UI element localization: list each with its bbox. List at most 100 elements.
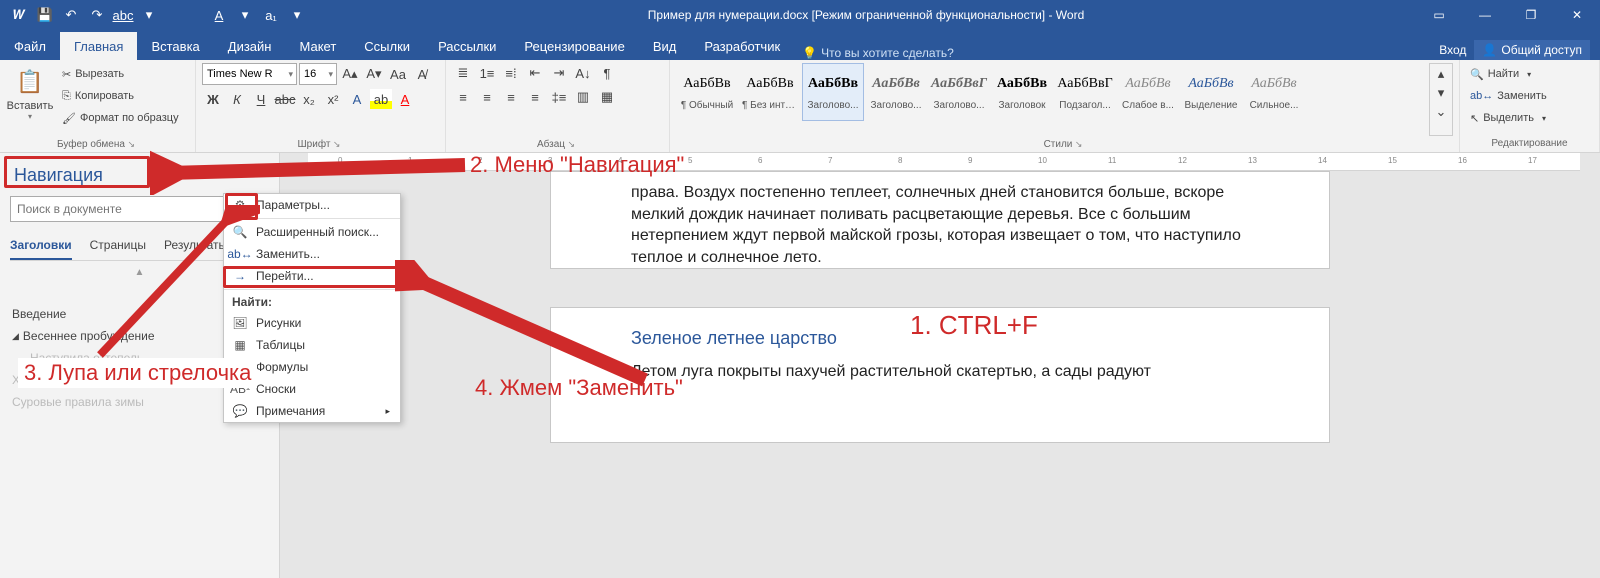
menu-find-pics[interactable]: 🖼Рисунки <box>224 312 400 334</box>
redo-icon[interactable]: ↷ <box>86 4 108 26</box>
shading-icon[interactable]: ▥ <box>572 87 594 107</box>
nav-tab-pages[interactable]: Страницы <box>90 234 146 260</box>
restore-icon[interactable]: ❐ <box>1508 0 1554 30</box>
signin-link[interactable]: Вход <box>1439 43 1466 57</box>
format-painter-button[interactable]: 🖌Формат по образцу <box>58 107 183 129</box>
menu-replace[interactable]: ab↔Заменить... <box>224 243 400 265</box>
ribbon-opts-icon[interactable]: ▭ <box>1416 0 1462 30</box>
indent-inc-icon[interactable]: ⇥ <box>548 63 570 83</box>
save-icon[interactable]: 💾 <box>34 4 56 26</box>
borders-icon[interactable]: ▦ <box>596 87 618 107</box>
line-spacing-icon[interactable]: ‡≡ <box>548 87 570 107</box>
justify-icon[interactable]: ≡ <box>524 87 546 107</box>
change-case-icon[interactable]: Aa <box>387 64 409 84</box>
style-item[interactable]: АаБбВвГПодзагол... <box>1054 63 1116 121</box>
italic-icon[interactable]: К <box>226 89 248 109</box>
style-item[interactable]: АаБбВв¶ Без инте... <box>739 63 801 121</box>
cursor-icon: ↖ <box>1470 112 1479 125</box>
bullets-icon[interactable]: ≣ <box>452 63 474 83</box>
select-button[interactable]: ↖Выделить▾ <box>1466 107 1593 129</box>
tab-home[interactable]: Главная <box>60 32 137 60</box>
styles-up-icon[interactable]: ▴ <box>1430 64 1452 83</box>
clipboard-launcher-icon[interactable]: ↘ <box>125 139 138 149</box>
tab-references[interactable]: Ссылки <box>350 32 424 60</box>
find-button[interactable]: 🔍Найти▾ <box>1466 63 1593 85</box>
font-name-select[interactable]: Times New R <box>202 63 297 85</box>
menu-find-formulas[interactable]: πФормулы <box>224 356 400 378</box>
strike-icon[interactable]: abc <box>274 89 296 109</box>
para-launcher-icon[interactable]: ↘ <box>565 139 578 149</box>
style-item[interactable]: АаБбВвГЗаголово... <box>928 63 990 121</box>
showmarks-icon[interactable]: ¶ <box>596 63 618 83</box>
multilevel-icon[interactable]: ≡⁞ <box>500 63 522 83</box>
subscript-icon[interactable]: x₂ <box>298 89 320 109</box>
tell-me[interactable]: 💡Что вы хотите сделать? <box>802 46 954 60</box>
share-button[interactable]: 👤Общий доступ <box>1474 40 1590 60</box>
tab-insert[interactable]: Вставка <box>137 32 213 60</box>
style-item[interactable]: АаБбВвЗаголово... <box>865 63 927 121</box>
font-fill-icon[interactable]: A <box>208 4 230 26</box>
menu-find-tables[interactable]: ▦Таблицы <box>224 334 400 356</box>
align-left-icon[interactable]: ≡ <box>452 87 474 107</box>
cut-button[interactable]: ✂Вырезать <box>58 63 183 85</box>
close-icon[interactable]: ✕ <box>1554 0 1600 30</box>
style-sample: АаБбВвГ <box>931 68 987 100</box>
numbering-icon[interactable]: 1≡ <box>476 63 498 83</box>
align-right-icon[interactable]: ≡ <box>500 87 522 107</box>
footnote-icon[interactable]: a₁ <box>260 4 282 26</box>
clear-format-icon[interactable]: A̸ <box>411 64 433 84</box>
menu-goto[interactable]: →Перейти... <box>224 265 400 287</box>
styles-down-icon[interactable]: ▾ <box>1430 83 1452 102</box>
nav-tab-results[interactable]: Результаты <box>164 234 227 260</box>
highlight-icon[interactable]: ab <box>370 89 392 109</box>
fontcolor-icon[interactable]: A <box>394 89 416 109</box>
style-item[interactable]: АаБбВвСлабое в... <box>1117 63 1179 121</box>
shrink-font-icon[interactable]: A▾ <box>363 64 385 84</box>
document-page[interactable]: права. Воздух постепенно теплеет, солнеч… <box>550 171 1330 443</box>
menu-advanced-find[interactable]: 🔍Расширенный поиск... <box>224 221 400 243</box>
texteffects-icon[interactable]: A <box>346 89 368 109</box>
minimize-icon[interactable]: — <box>1462 0 1508 30</box>
underline-icon[interactable]: Ч <box>250 89 272 109</box>
bulb-icon: 💡 <box>802 46 817 60</box>
menu-find-comments[interactable]: 💬Примечания▸ <box>224 400 400 422</box>
grow-font-icon[interactable]: A▴ <box>339 64 361 84</box>
footnote-icon: AB¹ <box>232 382 248 396</box>
style-item[interactable]: АаБбВвЗаголово... <box>802 63 864 121</box>
tab-developer[interactable]: Разработчик <box>690 32 794 60</box>
ruler[interactable]: 0123456789101112131415161718 <box>308 153 1580 171</box>
undo-icon[interactable]: ↶ <box>60 4 82 26</box>
style-item[interactable]: АаБбВвСильное... <box>1243 63 1305 121</box>
sort-icon[interactable]: A↓ <box>572 63 594 83</box>
tab-file[interactable]: Файл <box>0 32 60 60</box>
body-text: права. Воздух постепенно теплеет, солнеч… <box>631 182 1249 268</box>
paste-button[interactable]: 📋 Вставить ▾ <box>6 63 54 136</box>
styles-launcher-icon[interactable]: ↘ <box>1072 139 1085 149</box>
qat-more2-icon[interactable]: ▾ <box>286 4 308 26</box>
bold-icon[interactable]: Ж <box>202 89 224 109</box>
image-icon: 🖼 <box>232 316 248 330</box>
align-center-icon[interactable]: ≡ <box>476 87 498 107</box>
font-size-select[interactable]: 16 <box>299 63 337 85</box>
replace-button[interactable]: ab↔Заменить <box>1466 85 1593 107</box>
copy-button[interactable]: ⎘Копировать <box>58 85 183 107</box>
menu-find-footnotes[interactable]: AB¹Сноски <box>224 378 400 400</box>
indent-dec-icon[interactable]: ⇤ <box>524 63 546 83</box>
tab-review[interactable]: Рецензирование <box>510 32 638 60</box>
style-item[interactable]: АаБбВвЗаголовок <box>991 63 1053 121</box>
font-launcher-icon[interactable]: ↘ <box>330 139 343 149</box>
spellcheck-icon[interactable]: abc <box>112 4 134 26</box>
copy-icon: ⎘ <box>62 90 71 103</box>
menu-options[interactable]: ⚙Параметры... <box>224 194 400 216</box>
superscript-icon[interactable]: x² <box>322 89 344 109</box>
tab-design[interactable]: Дизайн <box>214 32 286 60</box>
styles-more-icon[interactable]: ⌄ <box>1430 102 1452 121</box>
style-item[interactable]: АаБбВвВыделение <box>1180 63 1242 121</box>
style-item[interactable]: АаБбВв¶ Обычный <box>676 63 738 121</box>
tab-view[interactable]: Вид <box>639 32 691 60</box>
nav-tab-headings[interactable]: Заголовки <box>10 234 72 260</box>
qat-more-icon[interactable]: ▾ <box>138 4 160 26</box>
tab-mailings[interactable]: Рассылки <box>424 32 510 60</box>
pi-icon: π <box>232 360 248 374</box>
tab-layout[interactable]: Макет <box>285 32 350 60</box>
